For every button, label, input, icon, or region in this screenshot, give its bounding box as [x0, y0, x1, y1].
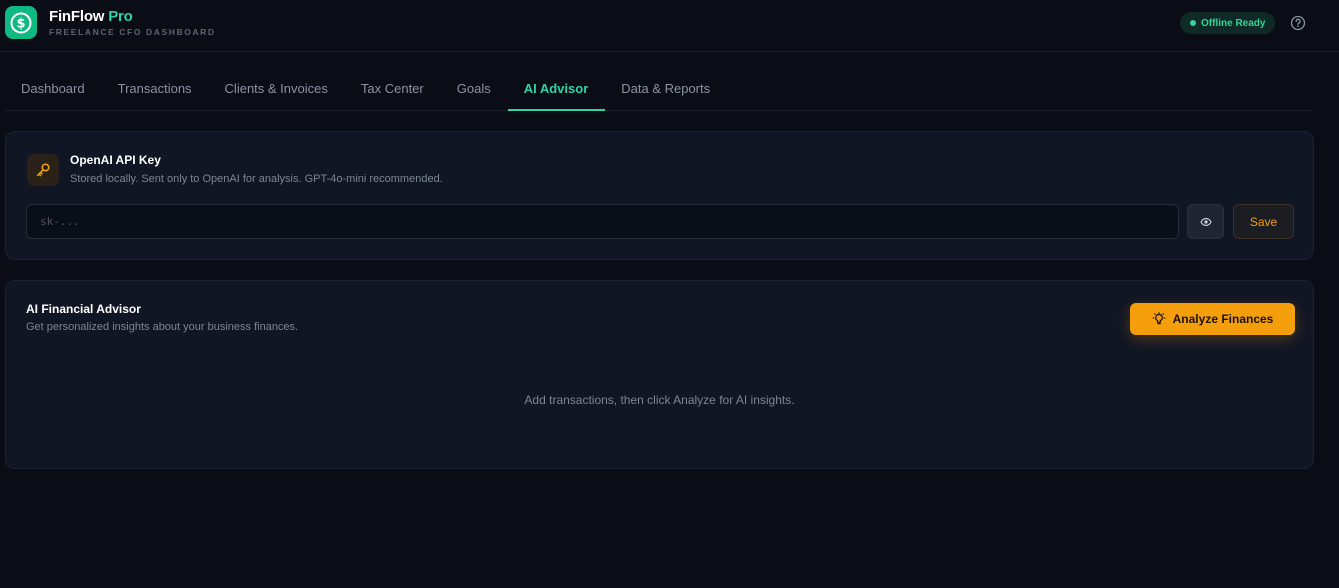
eye-icon	[1199, 217, 1212, 226]
tab-ai-advisor[interactable]: AI Advisor	[507, 68, 606, 111]
tab-dashboard[interactable]: Dashboard	[5, 68, 102, 109]
tab-tax-center[interactable]: Tax Center	[345, 68, 441, 109]
tab-transactions[interactable]: Transactions	[102, 68, 209, 109]
tab-clients-invoices[interactable]: Clients & Invoices	[209, 68, 345, 109]
save-button[interactable]: Save	[1233, 204, 1294, 239]
empty-state-message: Add transactions, then click Analyze for…	[524, 393, 795, 407]
api-key-card: OpenAI API Key Stored locally. Sent only…	[5, 131, 1314, 260]
tab-data-reports[interactable]: Data & Reports	[605, 68, 727, 109]
app-name: FinFlow	[49, 8, 105, 25]
analyze-label: Analyze Finances	[1172, 312, 1274, 326]
app-subtitle: FREELANCE CFO DASHBOARD	[49, 27, 216, 37]
app-name-accent: Pro	[108, 8, 133, 25]
api-key-title: OpenAI API Key	[70, 153, 161, 167]
app-title: FinFlow Pro	[49, 8, 216, 25]
toggle-visibility-button[interactable]	[1187, 204, 1224, 239]
key-icon	[27, 154, 59, 186]
main-tabs: Dashboard Transactions Clients & Invoice…	[5, 70, 1313, 111]
offline-status-badge: Offline Ready	[1180, 12, 1275, 34]
lightbulb-icon	[1152, 312, 1166, 325]
api-key-input[interactable]	[26, 204, 1179, 239]
status-label: Offline Ready	[1201, 17, 1266, 29]
api-key-description: Stored locally. Sent only to OpenAI for …	[70, 173, 443, 185]
app-header: $ FinFlow Pro FREELANCE CFO DASHBOARD Of…	[0, 0, 1339, 52]
svg-text:$: $	[16, 16, 25, 31]
brand: FinFlow Pro FREELANCE CFO DASHBOARD	[49, 8, 216, 37]
help-icon[interactable]	[1290, 15, 1306, 31]
advisor-description: Get personalized insights about your bus…	[26, 321, 299, 333]
ai-advisor-card: AI Financial Advisor Get personalized in…	[5, 280, 1314, 469]
analyze-finances-button[interactable]: Analyze Finances	[1130, 303, 1295, 335]
tab-goals[interactable]: Goals	[441, 68, 508, 109]
advisor-title: AI Financial Advisor	[26, 302, 141, 316]
logo-dollar-icon: $	[5, 6, 37, 39]
status-dot-icon	[1190, 20, 1196, 26]
